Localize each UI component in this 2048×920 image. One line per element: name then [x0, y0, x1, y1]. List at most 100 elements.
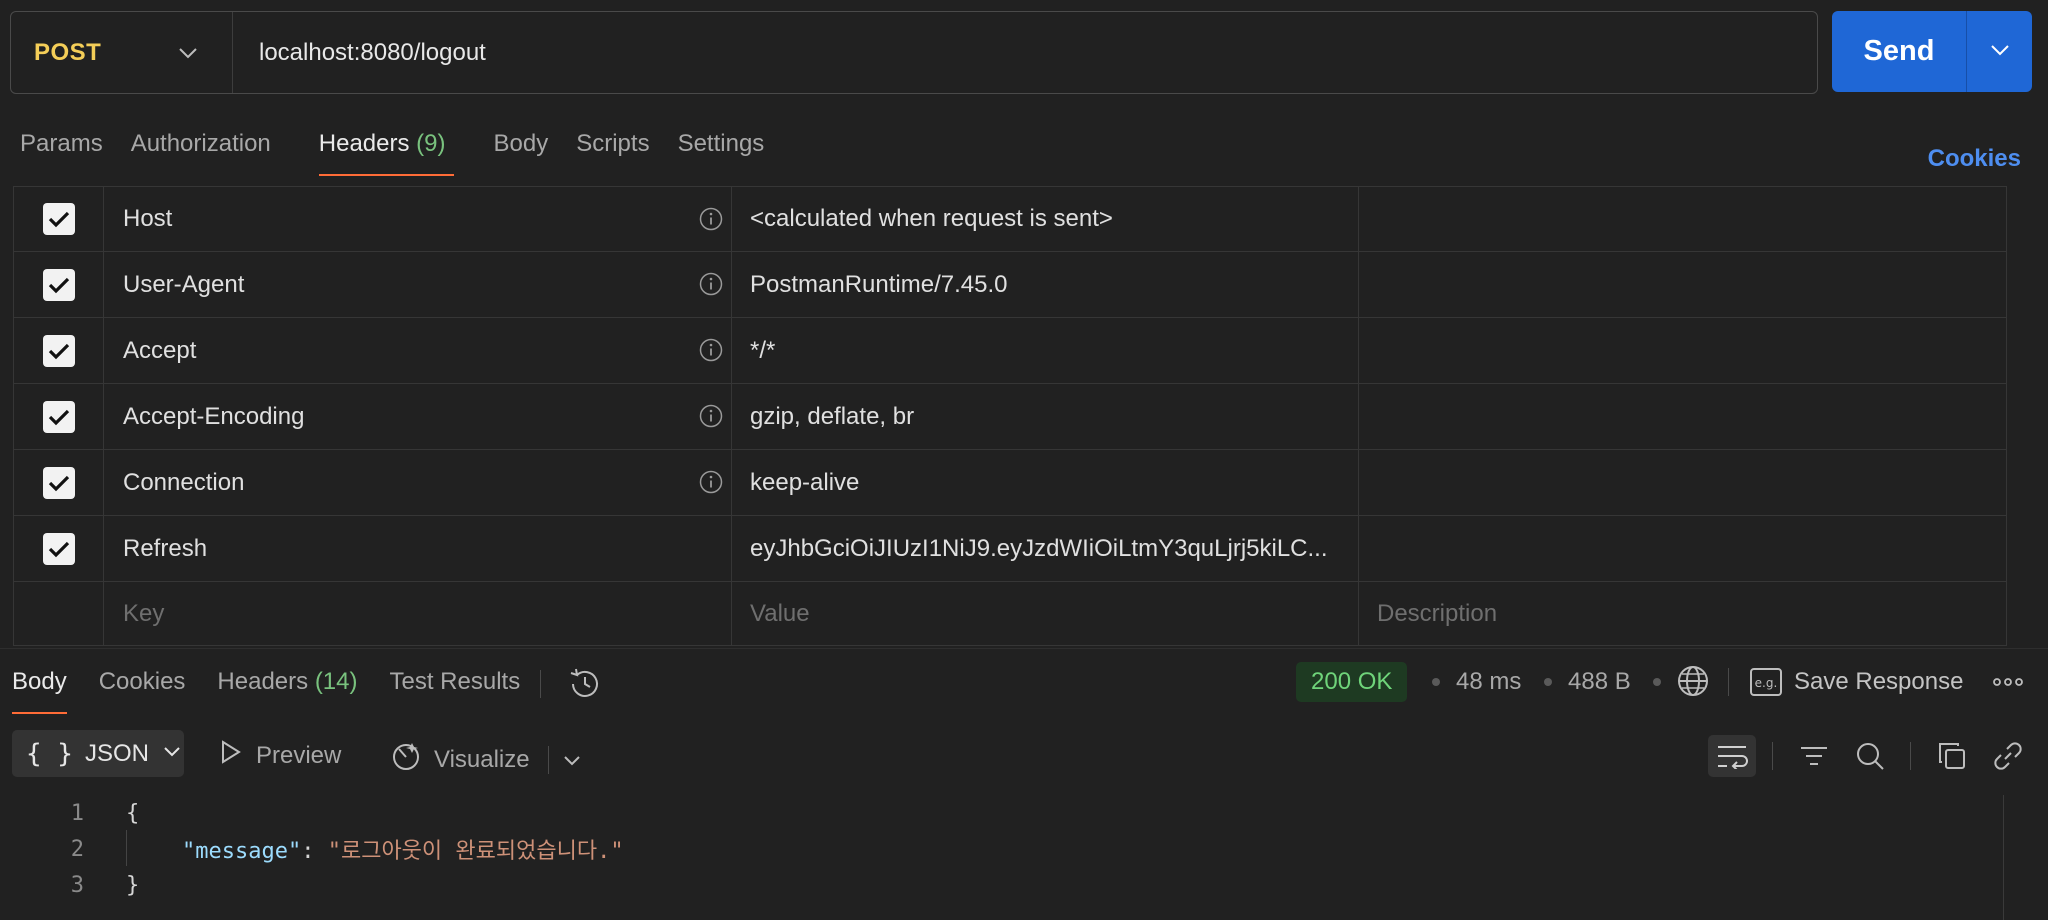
example-icon: e.g.: [1750, 668, 1782, 701]
table-row-new: Key Value Description: [13, 582, 2007, 646]
json-key: "message": [182, 839, 302, 864]
link-icon[interactable]: [1984, 735, 2032, 777]
header-description[interactable]: [1359, 187, 2006, 251]
info-icon[interactable]: [699, 272, 723, 303]
more-options-icon[interactable]: [1992, 670, 2024, 699]
divider: [1728, 668, 1729, 696]
row-checkbox[interactable]: [42, 466, 75, 499]
header-description[interactable]: [1359, 318, 2006, 383]
row-checkbox[interactable]: [42, 268, 75, 301]
copy-icon[interactable]: [1928, 735, 1976, 777]
preview-button[interactable]: Preview: [220, 740, 341, 771]
divider: [540, 670, 542, 698]
table-row: Refresh eyJhbGciOiJIUzI1NiJ9.eyJzdWIiOiL…: [13, 516, 2007, 582]
tab-test-results[interactable]: Test Results: [390, 658, 521, 714]
json-colon: :: [301, 839, 328, 864]
chevron-down-icon: [163, 745, 181, 763]
tab-headers[interactable]: Headers (9): [318, 120, 454, 176]
format-select[interactable]: { } JSON: [12, 730, 184, 777]
editor-scrollbar[interactable]: [2003, 795, 2004, 920]
header-description[interactable]: [1359, 516, 2006, 581]
chevron-down-icon: [1990, 43, 2010, 61]
svg-text:e.g.: e.g.: [1755, 676, 1778, 690]
line-number: 1: [70, 800, 84, 826]
tab-body[interactable]: Body: [494, 120, 549, 176]
save-response-button[interactable]: Save Response: [1794, 668, 1963, 696]
tab-response-body[interactable]: Body: [12, 658, 67, 714]
separator-dot: [1544, 678, 1552, 686]
header-key[interactable]: Accept: [104, 318, 732, 383]
search-icon[interactable]: [1846, 735, 1894, 777]
visualize-button[interactable]: Visualize: [390, 740, 581, 779]
header-value[interactable]: PostmanRuntime/7.45.0: [732, 252, 1359, 317]
header-key[interactable]: Refresh: [104, 516, 732, 581]
tab-response-cookies[interactable]: Cookies: [99, 658, 186, 714]
header-description[interactable]: [1359, 384, 2006, 449]
header-description[interactable]: [1359, 252, 2006, 317]
header-value[interactable]: gzip, deflate, br: [732, 384, 1359, 449]
pane-divider[interactable]: [0, 648, 2048, 649]
table-row: User-Agent PostmanRuntime/7.45.0: [13, 252, 2007, 318]
info-icon[interactable]: [699, 404, 723, 435]
header-key[interactable]: Connection: [104, 450, 732, 515]
chevron-down-icon[interactable]: [563, 746, 581, 774]
line-number: 2: [70, 836, 84, 862]
headers-table: Host <calculated when request is sent> U…: [13, 186, 2007, 646]
new-description-input[interactable]: Description: [1359, 582, 2006, 645]
globe-icon[interactable]: [1676, 664, 1710, 703]
row-checkbox[interactable]: [42, 334, 75, 367]
visualize-icon: [390, 740, 422, 779]
tab-authorization[interactable]: Authorization: [131, 120, 271, 176]
headers-count: (9): [416, 130, 446, 157]
indent-guide: [126, 830, 127, 866]
format-label: JSON: [84, 739, 149, 767]
divider: [1910, 742, 1911, 770]
row-checkbox[interactable]: [42, 400, 75, 433]
cookies-link[interactable]: Cookies: [1928, 145, 2021, 173]
header-key[interactable]: Host: [104, 187, 732, 251]
header-key[interactable]: Accept-Encoding: [104, 384, 732, 449]
response-time[interactable]: 48 ms: [1456, 668, 1521, 696]
method-select[interactable]: POST: [11, 12, 233, 93]
info-icon[interactable]: [699, 207, 723, 238]
header-value[interactable]: eyJhbGciOiJIUzI1NiJ9.eyJzdWIiOiLtmY3quLj…: [732, 516, 1359, 581]
code-brace: {: [126, 800, 140, 826]
wrap-lines-icon[interactable]: [1708, 735, 1756, 777]
send-dropdown-button[interactable]: [1967, 11, 2032, 92]
send-button-group: Send: [1832, 11, 2032, 92]
new-value-input[interactable]: Value: [732, 582, 1359, 645]
braces-icon: { }: [26, 738, 73, 769]
row-checkbox[interactable]: [42, 203, 75, 235]
response-tabs: Body Cookies Headers (14) Test Results: [0, 658, 603, 714]
code-line: 1 {: [0, 795, 2000, 831]
code-brace: }: [126, 872, 140, 898]
row-checkbox[interactable]: [42, 532, 75, 565]
status-badge[interactable]: 200 OK: [1296, 662, 1408, 702]
code-line: 3 }: [0, 867, 2000, 903]
header-value[interactable]: <calculated when request is sent>: [732, 187, 1359, 251]
response-body-editor[interactable]: 1 { 2 "message": "로그아웃이 완료되었습니다." 3 }: [0, 795, 2000, 903]
filter-icon[interactable]: [1790, 735, 1838, 777]
divider: [547, 745, 549, 774]
header-key[interactable]: User-Agent: [104, 252, 732, 317]
method-label: POST: [34, 38, 102, 66]
url-input[interactable]: localhost:8080/logout: [233, 39, 486, 67]
send-button[interactable]: Send: [1832, 11, 1967, 92]
tab-response-headers[interactable]: Headers (14): [217, 658, 357, 714]
tab-params[interactable]: Params: [20, 120, 103, 176]
info-icon[interactable]: [699, 338, 723, 369]
header-description[interactable]: [1359, 450, 2006, 515]
tab-settings[interactable]: Settings: [678, 120, 765, 176]
tab-scripts[interactable]: Scripts: [576, 120, 649, 176]
json-string-value: "로그아웃이 완료되었습니다.": [327, 839, 624, 864]
info-icon[interactable]: [699, 470, 723, 501]
header-value[interactable]: keep-alive: [732, 450, 1359, 515]
chevron-down-icon: [178, 46, 198, 64]
response-size[interactable]: 488 B: [1568, 668, 1631, 696]
line-number: 3: [70, 872, 84, 898]
table-row: Accept-Encoding gzip, deflate, br: [13, 384, 2007, 450]
history-icon[interactable]: [567, 666, 603, 714]
header-value[interactable]: */*: [732, 318, 1359, 383]
table-row: Host <calculated when request is sent>: [13, 186, 2007, 252]
new-key-input[interactable]: Key: [104, 582, 732, 645]
